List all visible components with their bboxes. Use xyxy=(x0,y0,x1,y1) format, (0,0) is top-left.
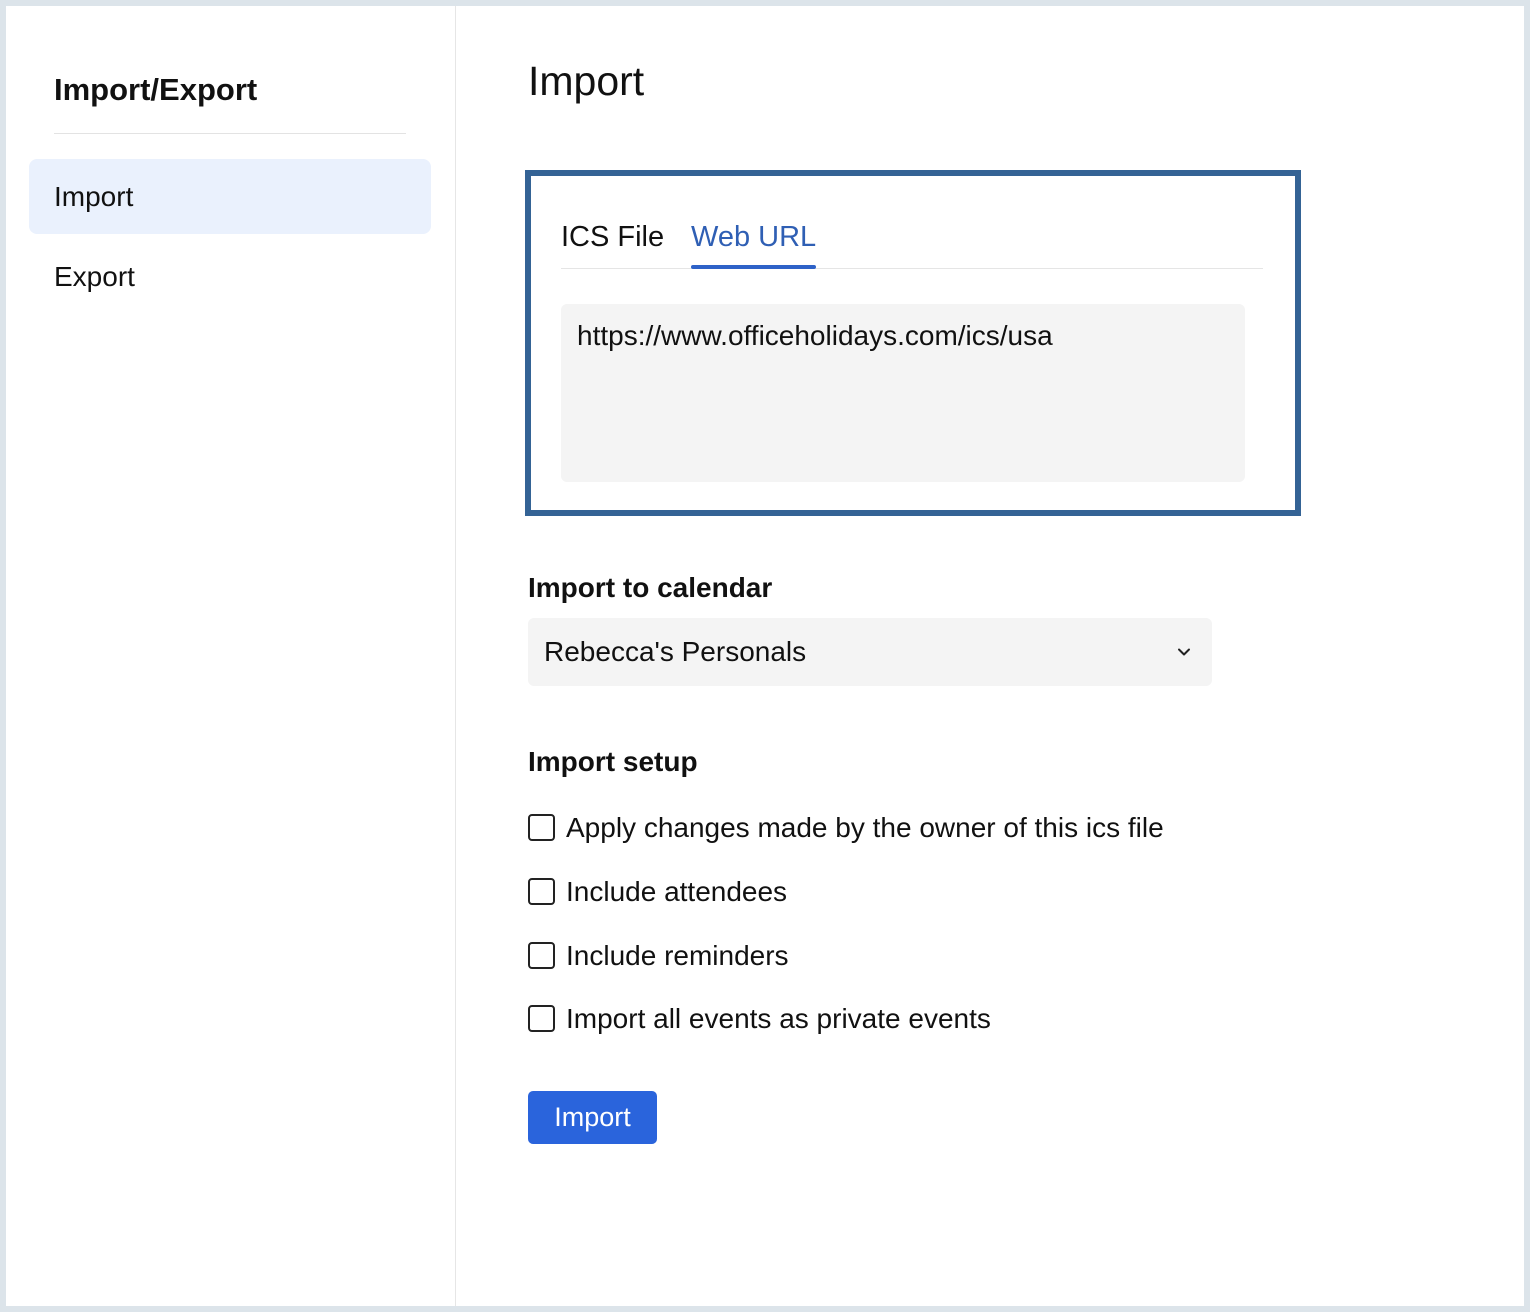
calendar-select-value: Rebecca's Personals xyxy=(544,636,807,667)
option-include-reminders-checkbox[interactable] xyxy=(528,942,555,969)
source-tabs: ICS File Web URL xyxy=(561,206,1263,269)
option-include-attendees-checkbox[interactable] xyxy=(528,878,555,905)
option-include-attendees-label: Include attendees xyxy=(566,876,788,907)
sidebar-divider xyxy=(54,133,406,134)
sidebar: Import/Export Import Export xyxy=(6,6,456,1306)
app-window: Import/Export Import Export Import ICS F… xyxy=(6,6,1524,1306)
import-source-panel: ICS File Web URL https://www.officeholid… xyxy=(525,170,1301,516)
option-private-events-checkbox[interactable] xyxy=(528,1005,555,1032)
web-url-input[interactable]: https://www.officeholidays.com/ics/usa xyxy=(561,304,1245,482)
tab-ics-file[interactable]: ICS File xyxy=(561,206,664,268)
option-private-events-label: Import all events as private events xyxy=(566,1003,991,1034)
import-to-calendar-label: Import to calendar xyxy=(528,572,773,603)
import-setup-label: Import setup xyxy=(528,746,698,777)
option-include-reminders-label: Include reminders xyxy=(566,940,789,971)
option-apply-owner-changes-label: Apply changes made by the owner of this … xyxy=(566,812,1164,843)
page-title: Import xyxy=(528,58,645,104)
sidebar-item-import[interactable]: Import xyxy=(29,159,431,234)
sidebar-item-export[interactable]: Export xyxy=(29,239,431,314)
sidebar-title: Import/Export xyxy=(54,72,258,107)
calendar-select[interactable]: Rebecca's Personals xyxy=(528,618,1212,686)
main-content: Import ICS File Web URL https://www.offi… xyxy=(456,6,1524,1306)
option-apply-owner-changes-checkbox[interactable] xyxy=(528,814,555,841)
chevron-down-icon xyxy=(1178,648,1190,656)
import-button[interactable]: Import xyxy=(528,1091,657,1144)
tab-web-url[interactable]: Web URL xyxy=(691,206,817,269)
